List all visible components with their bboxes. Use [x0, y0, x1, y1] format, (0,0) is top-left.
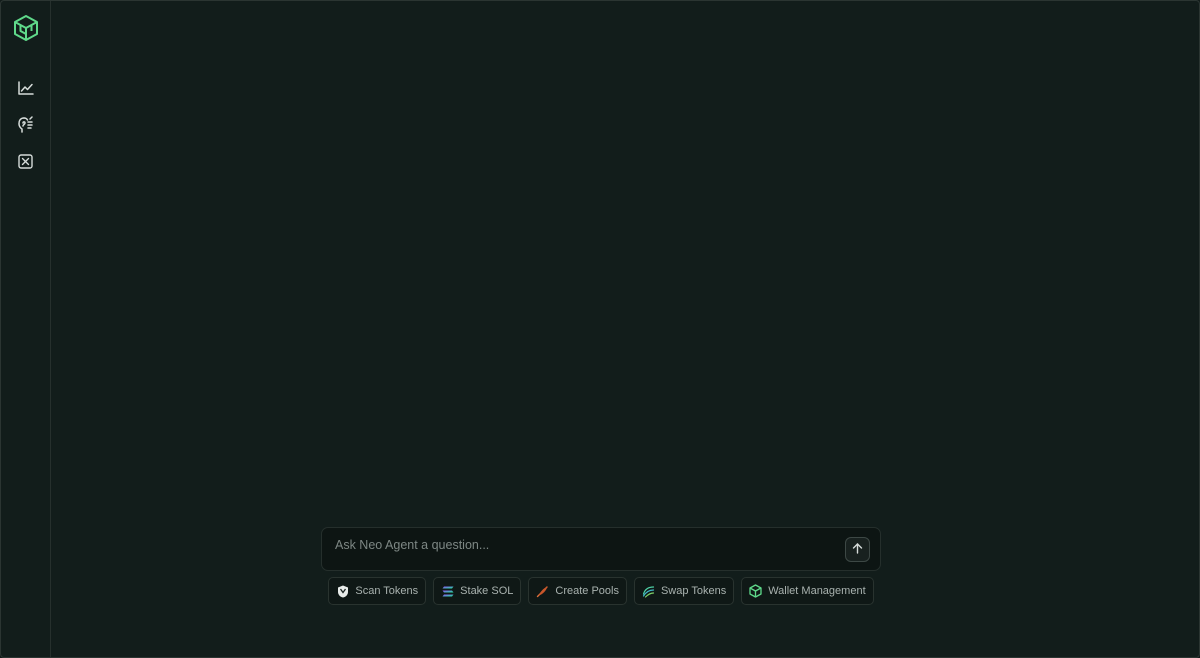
app-window: Scan Tokens	[0, 0, 1200, 658]
chat-composer	[321, 527, 881, 571]
quick-action-label: Swap Tokens	[660, 585, 727, 597]
quick-action-scan-tokens[interactable]: Scan Tokens	[328, 577, 427, 605]
solana-icon	[441, 585, 454, 598]
quick-action-label: Wallet Management	[768, 585, 866, 597]
feather-icon	[536, 585, 549, 598]
send-button[interactable]	[845, 537, 870, 562]
agent-brain-icon	[17, 116, 34, 133]
line-chart-icon	[17, 80, 34, 95]
quick-action-label: Create Pools	[555, 585, 619, 597]
sidebar-nav	[15, 78, 37, 171]
swirl-icon	[642, 585, 655, 598]
sidebar-item-agent[interactable]	[15, 115, 37, 134]
quick-action-label: Scan Tokens	[355, 585, 419, 597]
chat-input[interactable]	[335, 535, 835, 555]
arrow-up-icon	[852, 541, 863, 559]
quick-action-wallet-management[interactable]: Wallet Management	[741, 577, 874, 605]
chat-composer-area: Scan Tokens	[321, 527, 881, 605]
x-box-icon	[18, 154, 33, 169]
quick-action-create-pools[interactable]: Create Pools	[528, 577, 627, 605]
quick-action-stake-sol[interactable]: Stake SOL	[433, 577, 522, 605]
quick-action-swap-tokens[interactable]: Swap Tokens	[633, 577, 735, 605]
cube-wallet-icon	[749, 584, 762, 598]
quick-action-label: Stake SOL	[460, 585, 514, 597]
cube-logo-icon[interactable]	[13, 14, 39, 42]
sidebar	[1, 1, 51, 657]
sidebar-item-analytics[interactable]	[15, 78, 37, 97]
quick-actions: Scan Tokens Stake SOL Create Pools Swap …	[321, 577, 881, 605]
sidebar-item-x[interactable]	[15, 152, 37, 171]
shield-token-icon	[336, 585, 349, 598]
